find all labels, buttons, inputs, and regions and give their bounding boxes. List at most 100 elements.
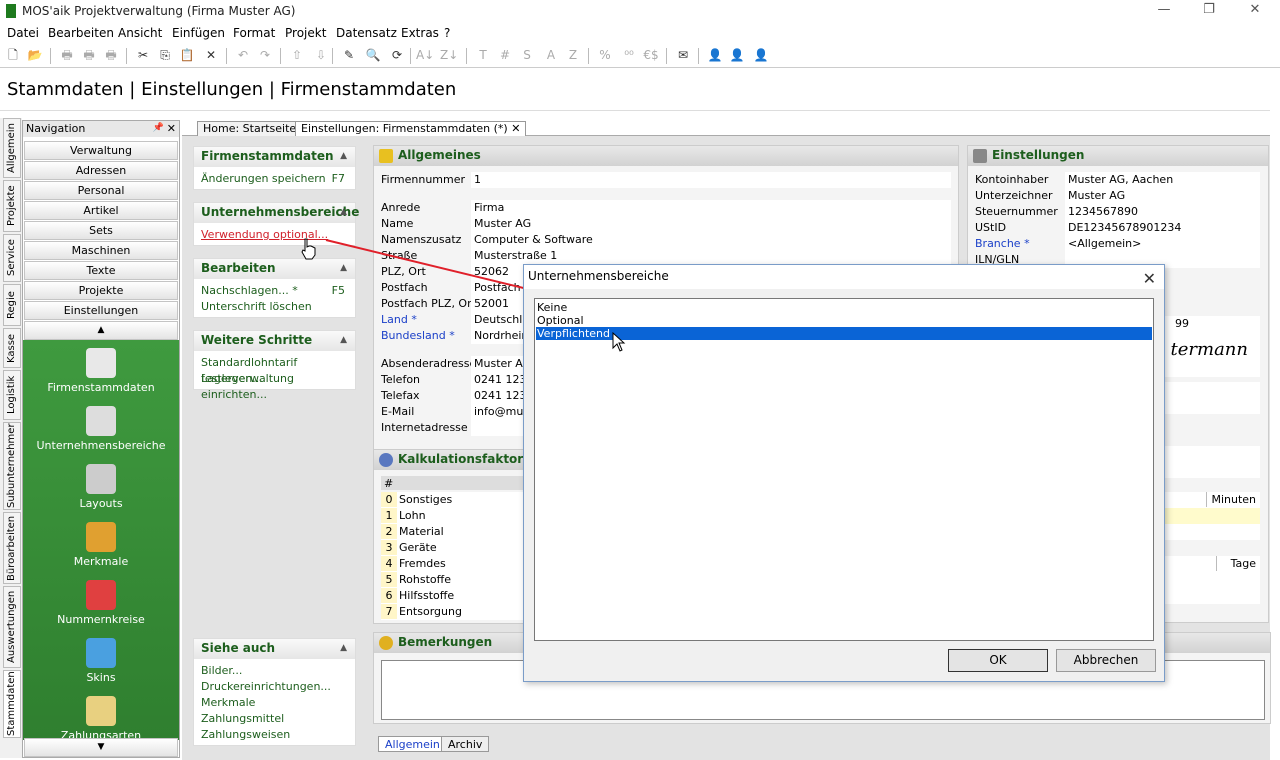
print-icon[interactable]: 🖶 [58, 47, 76, 64]
a-icon[interactable]: A [542, 47, 560, 64]
nav-button-projekte[interactable]: Projekte [24, 281, 178, 300]
taskpane-link[interactable]: Unterschrift löschen [194, 299, 355, 315]
nav-button-texte[interactable]: Texte [24, 261, 178, 280]
z-icon[interactable]: Z [564, 47, 582, 64]
nav-item-layouts[interactable]: Layouts [23, 464, 179, 510]
chevron-up-icon[interactable]: ▲ [340, 203, 347, 222]
cancel-button[interactable]: Abbrechen [1056, 649, 1156, 672]
copy-icon[interactable]: ⎘ [156, 47, 174, 64]
bottom-tab-allgemein[interactable]: Allgemein [378, 736, 447, 752]
menu-extras[interactable]: Extras [401, 26, 439, 40]
vertical-tab-subunternehmer[interactable]: Subunternehmer [3, 422, 21, 510]
open-icon[interactable]: 📂 [26, 47, 44, 64]
cut-icon[interactable]: ✂ [134, 47, 152, 64]
nav-item-nummernkreise[interactable]: Nummernkreise [23, 580, 179, 626]
s-icon[interactable]: S [518, 47, 536, 64]
close-window-button[interactable]: ✕ [1240, 2, 1270, 20]
vertical-tab-kasse[interactable]: Kasse [3, 328, 21, 368]
taskpane-link[interactable]: Zahlungsmittel [194, 711, 355, 727]
print-setup-icon[interactable]: 🖶 [102, 47, 120, 64]
nav-button-sets[interactable]: Sets [24, 221, 178, 240]
user-blue-icon[interactable]: 👤 [706, 47, 724, 64]
tab-close-icon[interactable]: ✕ [511, 122, 520, 135]
ok-button[interactable]: OK [948, 649, 1048, 672]
print-preview-icon[interactable]: 🖶 [80, 47, 98, 64]
undo-icon[interactable]: ↶ [234, 47, 252, 64]
menu-ansicht[interactable]: Ansicht [118, 26, 162, 40]
dialog-options-list[interactable]: Keine Optional Verpflichtend [534, 298, 1154, 641]
sort-asc-icon[interactable]: A↓ [416, 47, 434, 64]
dialog-option[interactable]: Optional [536, 314, 1152, 327]
paste-icon[interactable]: 📋 [178, 47, 196, 64]
move-down-icon[interactable]: ⇩ [312, 47, 330, 64]
dialog-close-icon[interactable]: ✕ [1143, 267, 1156, 290]
hash-icon[interactable]: # [496, 47, 514, 64]
nav-item-merkmale[interactable]: Merkmale [23, 522, 179, 568]
chevron-up-icon[interactable]: ▲ [340, 331, 347, 350]
field-value[interactable]: Muster AG [471, 216, 951, 232]
taskpane-link[interactable]: Änderungen speichern F7 [194, 171, 355, 187]
einstellungen-value[interactable]: Muster AG [1065, 188, 1260, 204]
vertical-tab-logistik[interactable]: Logistik [3, 370, 21, 420]
calc-icon[interactable]: ✉ [674, 47, 692, 64]
tab-firmenstammdaten[interactable]: Einstellungen: Firmenstammdaten (*) ✕ [295, 121, 527, 136]
delete-icon[interactable]: ✕ [202, 47, 220, 64]
taskpane-link[interactable]: Bilder... [194, 663, 355, 679]
taskpane-link[interactable]: Standardlohntarif festlegen... [194, 355, 355, 385]
new-icon[interactable]: 🗋 [4, 47, 22, 64]
decimal-icon[interactable]: ⁰⁰ [620, 47, 638, 64]
redo-icon[interactable]: ↷ [256, 47, 274, 64]
einstellungen-value[interactable]: Muster AG, Aachen [1065, 172, 1260, 188]
nav-scroll-down-button[interactable]: ▼ [24, 738, 178, 757]
einstellungen-value[interactable]: <Allgemein> [1065, 236, 1260, 252]
chevron-up-icon[interactable]: ▲ [340, 147, 347, 166]
vertical-tab-stammdaten[interactable]: Stammdaten [3, 670, 21, 738]
refresh-icon[interactable]: ⟳ [388, 47, 406, 64]
nav-item-zahlungsarten[interactable]: Zahlungsarten [23, 696, 179, 742]
dialog-option[interactable]: Keine [536, 301, 1152, 314]
nav-item-unternehmensbereiche[interactable]: Unternehmensbereiche [23, 406, 179, 452]
einstellungen-value[interactable]: 1234567890 [1065, 204, 1260, 220]
pin-icon[interactable]: 📌 [153, 121, 164, 136]
vertical-tab-projekte[interactable]: Projekte [3, 180, 21, 232]
nav-button-adressen[interactable]: Adressen [24, 161, 178, 180]
vertical-tab-allgemein[interactable]: Allgemein [3, 118, 21, 178]
menu-format[interactable]: Format [233, 26, 275, 40]
field-value[interactable]: Computer & Software [471, 232, 951, 248]
taskpane-link[interactable]: Merkmale [194, 695, 355, 711]
user-red-icon[interactable]: 👤 [752, 47, 770, 64]
menu-einfuegen[interactable]: Einfügen [172, 26, 225, 40]
menu-bearbeiten[interactable]: Bearbeiten [48, 26, 114, 40]
taskpane-link[interactable]: Nachschlagen... * F5 [194, 283, 355, 299]
field-value[interactable]: Musterstraße 1 [471, 248, 951, 264]
nav-button-verwaltung[interactable]: Verwaltung [24, 141, 178, 160]
nav-button-personal[interactable]: Personal [24, 181, 178, 200]
taskpane-link[interactable]: Zahlungsweisen [194, 727, 355, 743]
vertical-tab-auswertungen[interactable]: Auswertungen [3, 586, 21, 668]
minimize-button[interactable]: — [1149, 2, 1179, 20]
menu-datei[interactable]: Datei [7, 26, 39, 40]
move-up-icon[interactable]: ⇧ [288, 47, 306, 64]
bottom-tab-archiv[interactable]: Archiv [441, 736, 490, 752]
dialog-option[interactable]: Verpflichtend [536, 327, 1152, 340]
taskpane-link[interactable]: Lagerverwaltung einrichten... [194, 371, 355, 401]
nav-scroll-up-button[interactable]: ▲ [24, 321, 178, 340]
vertical-tab-service[interactable]: Service [3, 234, 21, 282]
nav-button-einstellungen[interactable]: Einstellungen [24, 301, 178, 320]
menu-datensatz[interactable]: Datensatz [336, 26, 397, 40]
taskpane-link[interactable]: Verwendung optional... [194, 227, 355, 243]
nav-item-firmenstammdaten[interactable]: Firmenstammdaten [23, 348, 179, 394]
percent-icon[interactable]: % [596, 47, 614, 64]
currency-icon[interactable]: €$ [642, 47, 660, 64]
vertical-tab-broarbeiten[interactable]: Büroarbeiten [3, 512, 21, 584]
nav-button-maschinen[interactable]: Maschinen [24, 241, 178, 260]
search-icon[interactable]: 🔍 [364, 47, 382, 64]
user-yellow-icon[interactable]: 👤 [728, 47, 746, 64]
maximize-button[interactable]: ❐ [1194, 2, 1224, 20]
edit-icon[interactable]: ✎ [340, 47, 358, 64]
sort-desc-icon[interactable]: Z↓ [440, 47, 458, 64]
einstellungen-value[interactable]: DE12345678901234 [1065, 220, 1260, 236]
menu-help[interactable]: ? [444, 26, 450, 40]
taskpane-link[interactable]: Druckereinrichtungen... [194, 679, 355, 695]
field-value[interactable]: Firma [471, 200, 951, 216]
